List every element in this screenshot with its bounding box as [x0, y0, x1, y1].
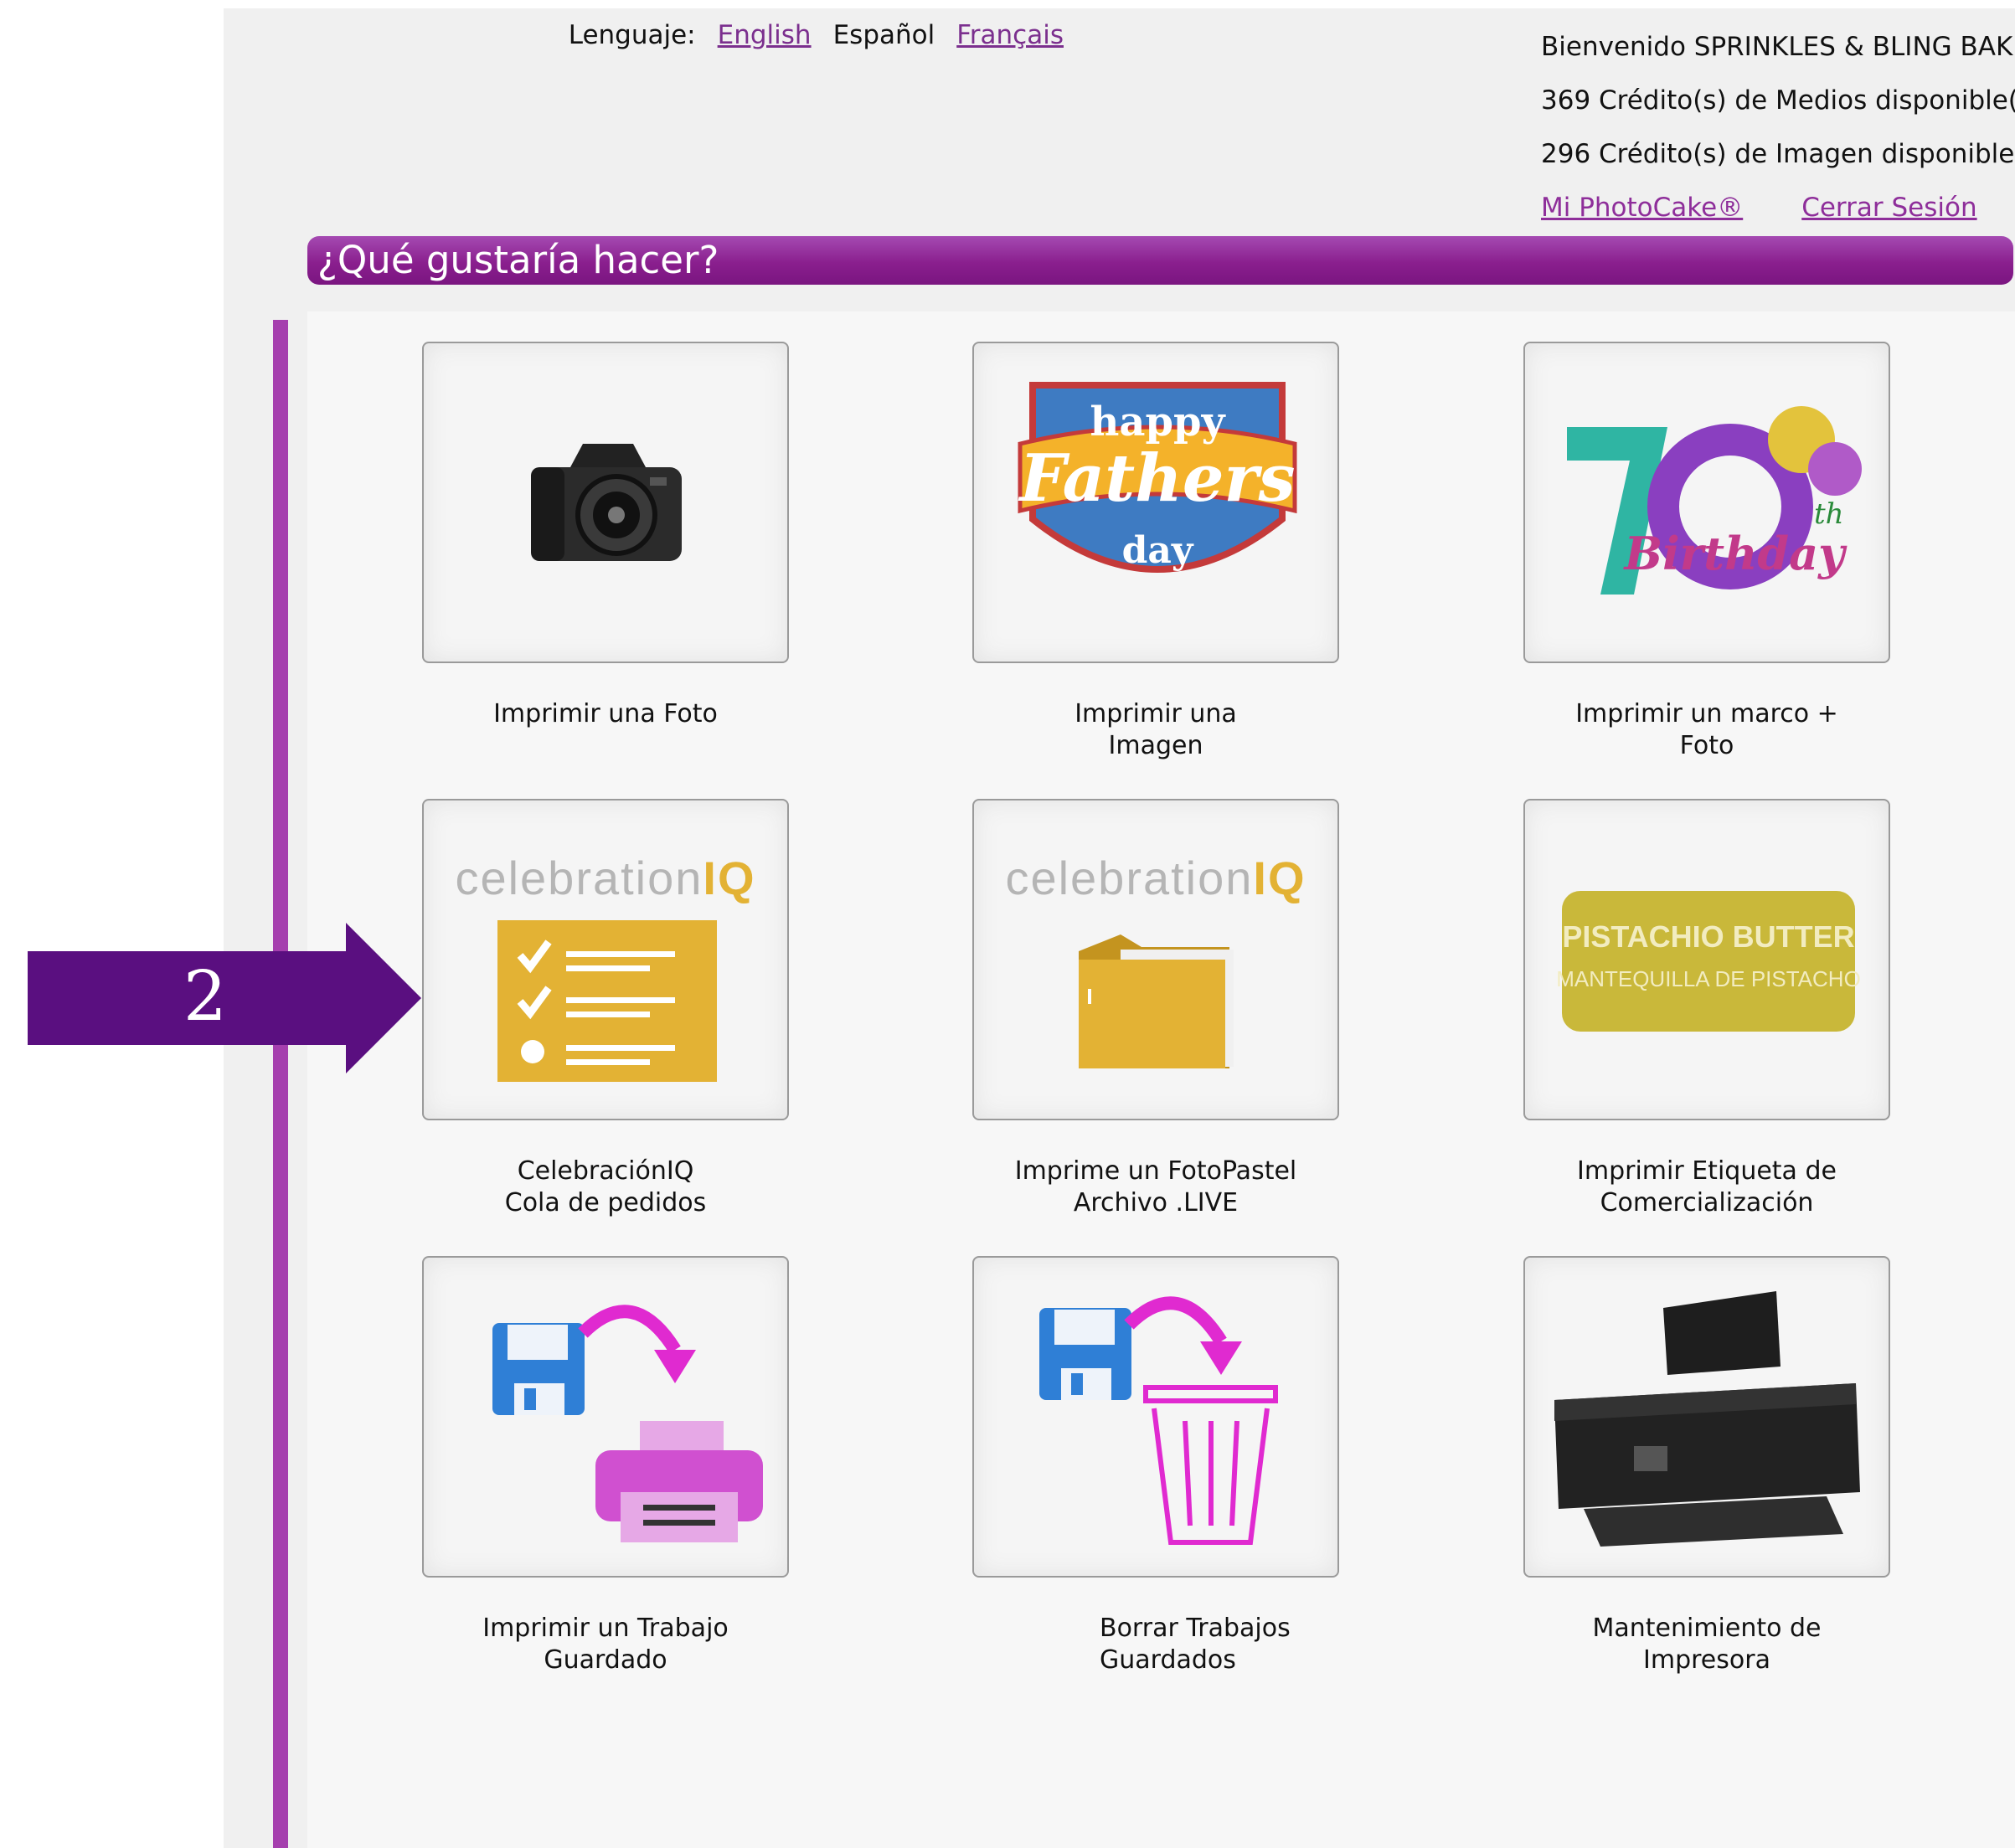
- svg-text:MANTEQUILLA DE PISTACHO: MANTEQUILLA DE PISTACHO: [1556, 966, 1861, 991]
- svg-text:happy: happy: [1090, 399, 1226, 445]
- image-credits-text: 296 Crédito(s) de Imagen disponible(s): [1541, 139, 2015, 169]
- celebrationiq-queue-label: CelebraciónIQ Cola de pedidos: [504, 1156, 707, 1217]
- save-to-print-icon: [492, 1305, 763, 1542]
- print-saved-job-tile[interactable]: [422, 1256, 789, 1578]
- logout-link[interactable]: Cerrar Sesión: [1801, 193, 1976, 223]
- birthday-frame-image: Birthday th: [1567, 406, 1862, 595]
- print-photo-label: Imprimir una Foto: [493, 699, 718, 728]
- print-live-file-tile[interactable]: celebrationIQ: [972, 799, 1339, 1120]
- svg-text:day: day: [1122, 529, 1194, 572]
- welcome-text: Bienvenido SPRINKLES & BLING BAKERY: [1541, 32, 2015, 62]
- print-live-file-label: Imprime un FotoPastel Archivo .LIVE: [1014, 1156, 1297, 1217]
- folder-icon: [1079, 934, 1234, 1068]
- left-accent-bar: [273, 320, 288, 1848]
- annotation-number: 2: [183, 957, 227, 1037]
- svg-text:Birthday: Birthday: [1623, 527, 1848, 580]
- save-to-trash-icon: [1039, 1296, 1278, 1545]
- language-english-link[interactable]: English: [718, 20, 812, 50]
- language-french-link[interactable]: Français: [956, 20, 1064, 50]
- print-image-label: Imprimir una Imagen: [1074, 699, 1237, 760]
- camera-icon: [531, 444, 682, 561]
- delete-saved-jobs-label: Borrar Trabajos Guardados: [1100, 1614, 1291, 1675]
- printer-maintenance-tile[interactable]: [1523, 1256, 1890, 1578]
- language-label: Lenguaje:: [568, 20, 696, 50]
- options-panel: Imprimir una Foto happy Fathers day Impr…: [307, 311, 2015, 1848]
- print-photo-tile[interactable]: [422, 342, 789, 663]
- language-selector: Lenguaje: English Español Français: [569, 20, 1064, 50]
- label-image: PISTACHIO BUTTER MANTEQUILLA DE PISTACHO: [1556, 891, 1861, 1032]
- user-info: Bienvenido SPRINKLES & BLING BAKERY 369 …: [1541, 20, 2015, 234]
- printer-maintenance-label: Mantenimiento de Impresora: [1592, 1614, 1822, 1675]
- print-image-tile[interactable]: happy Fathers day: [972, 342, 1339, 663]
- print-frame-photo-tile[interactable]: Birthday th: [1523, 342, 1890, 663]
- my-photocake-link[interactable]: Mi PhotoCake®: [1541, 193, 1743, 223]
- section-banner: ¿Qué gustaría hacer?: [307, 236, 2013, 285]
- order-queue-icon: [497, 920, 717, 1082]
- print-saved-job-label: Imprimir un Trabajo Guardado: [482, 1614, 729, 1675]
- annotation-arrow: 2: [28, 923, 421, 1073]
- svg-text:th: th: [1814, 497, 1844, 531]
- printer-icon: [1554, 1291, 1860, 1547]
- svg-text:Fathers: Fathers: [1018, 440, 1295, 517]
- fathers-day-image: happy Fathers day: [1018, 382, 1297, 573]
- celebrationiq-queue-tile[interactable]: celebrationIQ: [422, 799, 789, 1120]
- app-window: Lenguaje: English Español Français Bienveni…: [224, 8, 2015, 1848]
- language-spanish-current: Español: [832, 20, 935, 50]
- print-marketing-label-label: Imprimir Etiqueta de Comercialización: [1577, 1156, 1837, 1217]
- media-credits-text: 369 Crédito(s) de Medios disponible(s): [1541, 85, 2015, 116]
- print-marketing-label-tile[interactable]: PISTACHIO BUTTER MANTEQUILLA DE PISTACHO: [1523, 799, 1890, 1120]
- svg-text:PISTACHIO BUTTER: PISTACHIO BUTTER: [1562, 919, 1854, 954]
- print-frame-photo-label: Imprimir un marco + Foto: [1575, 699, 1838, 760]
- delete-saved-jobs-tile[interactable]: [972, 1256, 1339, 1578]
